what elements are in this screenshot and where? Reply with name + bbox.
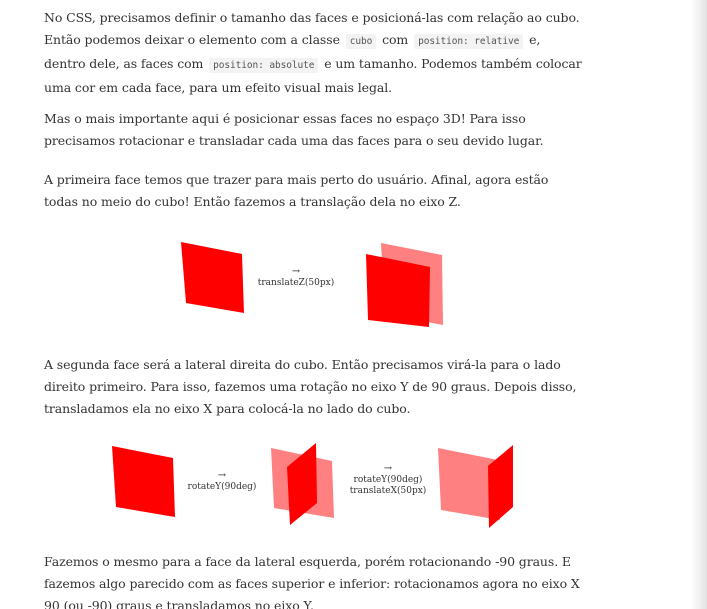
arrow-right-icon: → — [383, 463, 393, 474]
text-span: com — [382, 32, 409, 47]
code-position-absolute: position: absolute — [209, 58, 319, 73]
paragraph-second-face: A segunda face será a lateral direita do… — [44, 357, 577, 416]
paragraph-other-faces: Fazemos o mesmo para a face da lateral e… — [44, 554, 580, 609]
figure-translatez-label: → translateZ(50px) — [256, 266, 336, 289]
figure-rotatey-translatex-label: → rotateY(90deg) translateX(50px) — [346, 463, 430, 497]
transform-label-line1: rotateY(90deg) — [353, 475, 423, 485]
transform-label: translateZ(50px) — [257, 278, 335, 288]
paragraph-css-faces: No CSS, precisamos definir o tamanho das… — [44, 7, 584, 99]
code-position-relative: position: relative — [414, 34, 524, 49]
transform-label: rotateY(90deg) — [187, 482, 257, 492]
figure-translatez-face-after — [366, 243, 443, 327]
figure-rotatey-translatex-face-after — [438, 445, 513, 528]
figure-rotatey-label: → rotateY(90deg) — [186, 470, 258, 493]
arrow-right-icon: → — [217, 470, 227, 481]
code-cubo: cubo — [345, 34, 377, 49]
paragraph-3d-positioning: Mas o mais importante aqui é posicionar … — [44, 111, 544, 148]
figure-rotatey-face-before — [112, 446, 175, 517]
figure-rotatey-face-middle — [271, 443, 334, 525]
transform-label-line2: translateX(50px) — [349, 486, 427, 496]
paragraph-first-face: A primeira face temos que trazer para ma… — [44, 172, 549, 209]
figure-translatez-face-before — [181, 242, 244, 313]
arrow-right-icon: → — [291, 266, 301, 277]
